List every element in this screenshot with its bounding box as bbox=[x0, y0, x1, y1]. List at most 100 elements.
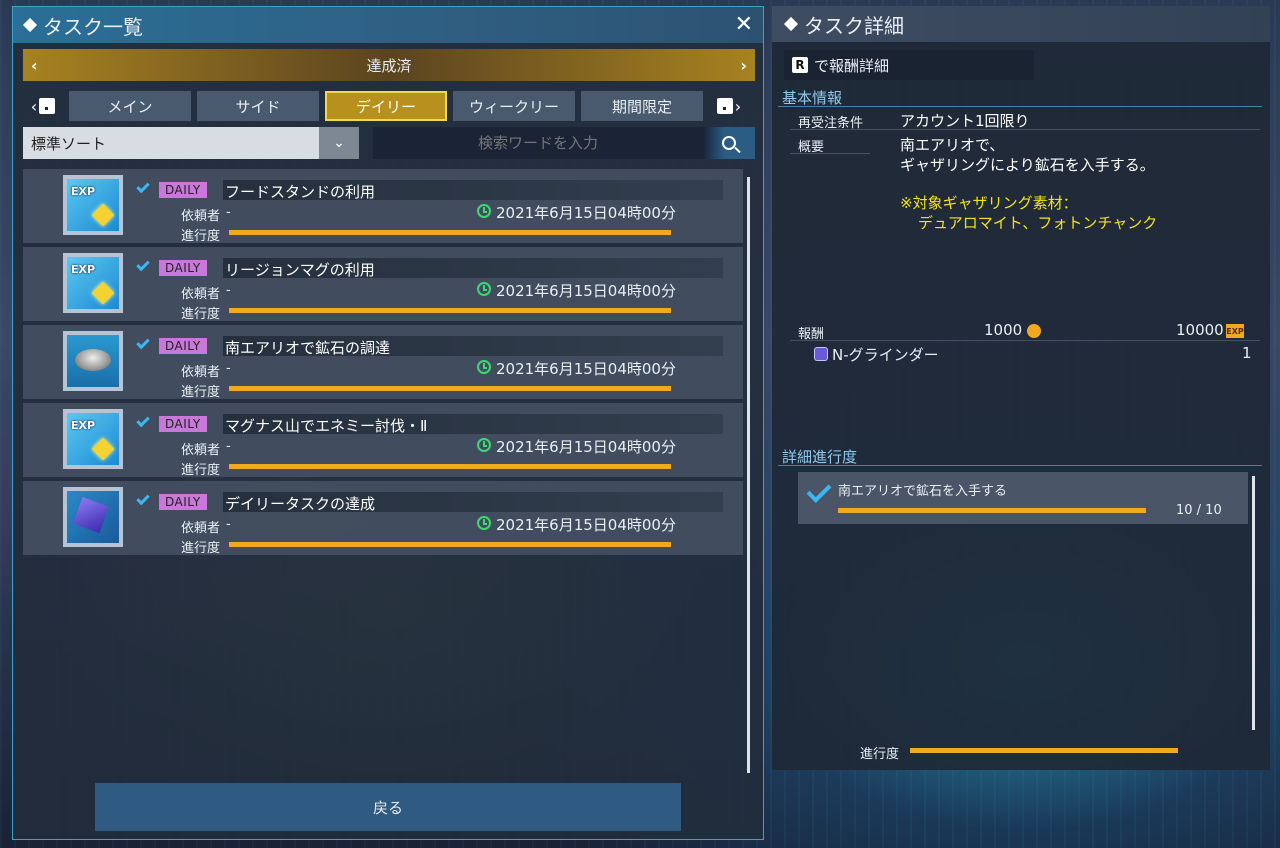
chevron-left-icon: ‹ bbox=[30, 96, 38, 116]
basic-info-heading: 基本情報 bbox=[782, 89, 843, 107]
task-detail-title: タスク詳細 bbox=[804, 13, 904, 38]
requester-label: 依頼者 bbox=[181, 209, 221, 224]
task-card[interactable]: EXP DAILY リージョンマグの利用 依頼者 - 2021年6月15日04時… bbox=[23, 247, 743, 322]
task-name: デイリータスクの達成 bbox=[225, 495, 376, 513]
progress-detail-heading: 詳細進行度 bbox=[782, 448, 858, 466]
task-card[interactable]: DAILY 南エアリオで鉱石の調達 依頼者 - 2021年6月15日04時00分… bbox=[23, 325, 743, 400]
clock-icon bbox=[477, 204, 491, 218]
deadline-text: 2021年6月15日04時00分 bbox=[496, 204, 676, 222]
check-icon bbox=[136, 335, 150, 350]
requester-value: - bbox=[226, 361, 231, 376]
task-list-title-wrap: タスク一覧 bbox=[22, 11, 143, 40]
daily-badge: DAILY bbox=[159, 338, 207, 354]
reward-meseta-amount: 1000 bbox=[984, 321, 1023, 339]
daily-badge: DAILY bbox=[159, 494, 207, 510]
daily-badge: DAILY bbox=[159, 416, 207, 432]
key-hint-icon bbox=[716, 98, 733, 114]
requester-label: 依頼者 bbox=[181, 365, 221, 380]
search-button[interactable] bbox=[703, 127, 755, 159]
diamond-icon bbox=[783, 16, 799, 32]
note-line-2: デュアロマイト、フォトンチャンク bbox=[918, 214, 1158, 232]
key-hint-icon bbox=[39, 98, 56, 114]
deadline-text: 2021年6月15日04時00分 bbox=[496, 516, 676, 534]
grinder-icon bbox=[67, 335, 119, 387]
clock-icon bbox=[477, 516, 491, 530]
reaccept-value: アカウント1回限り bbox=[900, 112, 1030, 130]
task-name: 南エアリオで鉱石の調達 bbox=[225, 339, 391, 357]
progress-fill bbox=[838, 508, 1146, 513]
progress-bar bbox=[229, 464, 671, 469]
task-thumbnail: EXP bbox=[63, 253, 123, 313]
task-detail-panel: タスク詳細 R で報酬詳細 基本情報 再受注条件 アカウント1回限り 概要 南エ… bbox=[772, 6, 1270, 770]
chevron-down-icon: ⌄ bbox=[319, 127, 359, 159]
tab-daily[interactable]: デイリー bbox=[325, 91, 447, 121]
requester-value: - bbox=[226, 205, 231, 220]
status-filter-bar[interactable]: ‹ 達成済 › bbox=[23, 49, 755, 81]
tab-side[interactable]: サイド bbox=[197, 91, 319, 121]
task-list: EXP DAILY フードスタンドの利用 依頼者 - 2021年6月15日04時… bbox=[23, 169, 743, 559]
sort-selected-label: 標準ソート bbox=[31, 134, 107, 153]
status-filter-label: 達成済 bbox=[366, 56, 412, 75]
reward-exp-amount: 10000 bbox=[1176, 321, 1224, 339]
clock-icon bbox=[477, 360, 491, 374]
task-card[interactable]: DAILY デイリータスクの達成 依頼者 - 2021年6月15日04時00分 … bbox=[23, 481, 743, 556]
diamond-icon bbox=[22, 17, 38, 33]
progress-fill bbox=[229, 308, 671, 313]
check-icon bbox=[136, 257, 150, 272]
task-list-header: タスク一覧 ✕ bbox=[13, 7, 763, 43]
progress-bar bbox=[229, 386, 671, 391]
progress-label: 進行度 bbox=[181, 541, 221, 556]
daily-badge: DAILY bbox=[159, 182, 207, 198]
progress-fill bbox=[229, 464, 671, 469]
task-card[interactable]: EXP DAILY マグナス山でエネミー討伐・Ⅱ 依頼者 - 2021年6月15… bbox=[23, 403, 743, 478]
tab-main[interactable]: メイン bbox=[69, 91, 191, 121]
tab-weekly[interactable]: ウィークリー bbox=[453, 91, 575, 121]
tab-prev-button[interactable]: ‹ bbox=[23, 97, 63, 116]
task-list-title: タスク一覧 bbox=[43, 14, 143, 39]
check-icon bbox=[136, 413, 150, 428]
progress-label: 進行度 bbox=[181, 385, 221, 400]
deadline-text: 2021年6月15日04時00分 bbox=[496, 282, 676, 300]
search-input[interactable] bbox=[373, 127, 703, 159]
deadline-text: 2021年6月15日04時00分 bbox=[496, 438, 676, 456]
task-detail-header: タスク詳細 bbox=[772, 6, 1270, 42]
exp-icon: EXP bbox=[67, 179, 119, 231]
summary-line-1: 南エアリオで、 bbox=[900, 136, 1005, 154]
progress-fill bbox=[229, 230, 671, 235]
grinder-item-icon bbox=[814, 347, 828, 361]
chevron-right-icon[interactable]: › bbox=[740, 56, 747, 75]
progress-label: 進行度 bbox=[181, 229, 221, 244]
overall-progress-label: 進行度 bbox=[860, 747, 900, 762]
meseta-icon bbox=[1027, 324, 1041, 338]
progress-label: 進行度 bbox=[181, 307, 221, 322]
tab-next-button[interactable]: › bbox=[709, 97, 749, 116]
r-key-icon: R bbox=[792, 57, 808, 73]
exp-icon: EXP bbox=[67, 413, 119, 465]
task-name: フードスタンドの利用 bbox=[225, 183, 376, 201]
tab-limited[interactable]: 期間限定 bbox=[581, 91, 703, 121]
clock-icon bbox=[477, 282, 491, 296]
summary-line-2: ギャザリングにより鉱石を入手する。 bbox=[900, 156, 1155, 174]
task-name: リージョンマグの利用 bbox=[225, 261, 375, 279]
sort-dropdown[interactable]: 標準ソート ⌄ bbox=[23, 127, 359, 159]
deadline-text: 2021年6月15日04時00分 bbox=[496, 360, 676, 378]
task-thumbnail bbox=[63, 487, 123, 547]
requester-value: - bbox=[226, 439, 231, 454]
task-card[interactable]: EXP DAILY フードスタンドの利用 依頼者 - 2021年6月15日04時… bbox=[23, 169, 743, 244]
progress-fill bbox=[229, 386, 671, 391]
back-button[interactable]: 戻る bbox=[95, 783, 681, 831]
row-divider bbox=[790, 129, 1260, 130]
section-rule bbox=[778, 106, 1262, 107]
chevron-left-icon[interactable]: ‹ bbox=[31, 56, 38, 75]
objective-text: 南エアリオで鉱石を入手する bbox=[838, 484, 1008, 499]
reward-detail-button[interactable]: R で報酬詳細 bbox=[784, 50, 1034, 80]
detail-scrollbar[interactable] bbox=[1252, 476, 1255, 730]
close-icon[interactable]: ✕ bbox=[735, 14, 753, 36]
progress-label: 進行度 bbox=[181, 463, 221, 478]
row-divider bbox=[790, 340, 1260, 341]
task-list-scrollbar[interactable] bbox=[747, 177, 750, 773]
clock-icon bbox=[477, 438, 491, 452]
reward-detail-label: で報酬詳細 bbox=[814, 56, 890, 75]
progress-bar bbox=[229, 230, 671, 235]
task-name: マグナス山でエネミー討伐・Ⅱ bbox=[225, 417, 428, 435]
